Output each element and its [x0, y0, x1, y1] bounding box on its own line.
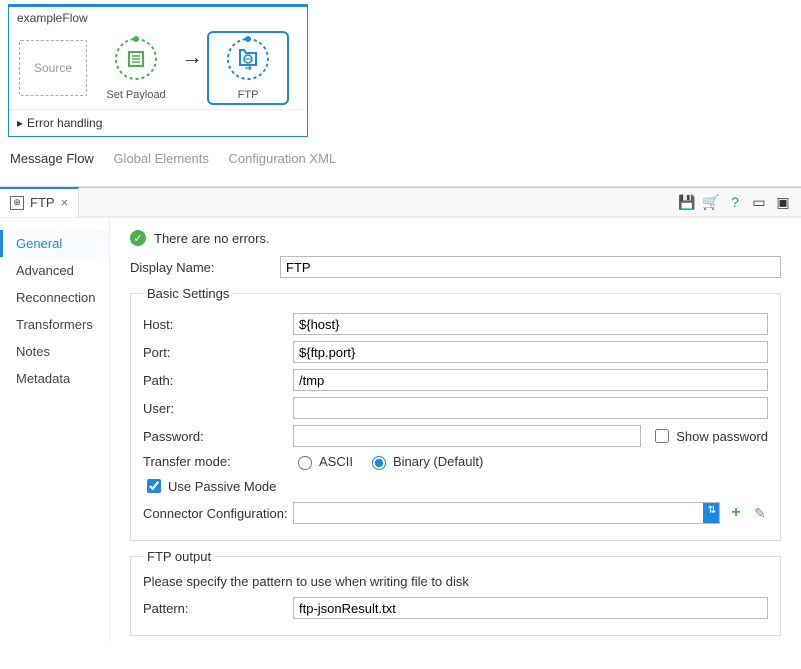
transfer-mode-label: Transfer mode:	[143, 454, 293, 469]
pattern-input[interactable]	[293, 597, 768, 619]
properties-side-nav: General Advanced Reconnection Transforme…	[0, 218, 110, 642]
sidenav-general[interactable]: General	[0, 230, 109, 257]
properties-view-header: ⊕ FTP × 💾 🛒 ? ▭ ▣	[0, 187, 801, 217]
help-icon[interactable]: ?	[727, 194, 743, 210]
transfer-ascii-label: ASCII	[319, 454, 353, 469]
tab-message-flow[interactable]: Message Flow	[10, 151, 94, 166]
properties-tab-label: FTP	[30, 195, 55, 210]
transfer-ascii-radio[interactable]	[298, 456, 312, 470]
host-label: Host:	[143, 317, 293, 332]
passive-mode-label: Use Passive Mode	[168, 479, 276, 494]
node-set-payload[interactable]: Set Payload	[97, 35, 175, 101]
arrow-icon: →	[181, 44, 203, 70]
minimize-icon[interactable]: ▭	[751, 194, 767, 210]
tab-global-elements[interactable]: Global Elements	[113, 151, 208, 166]
chevron-right-icon: ▸	[17, 116, 23, 130]
passive-mode-checkbox[interactable]	[147, 479, 161, 493]
set-payload-icon	[112, 35, 160, 83]
check-icon: ✓	[130, 230, 146, 246]
canvas-subtabs: Message Flow Global Elements Configurati…	[0, 141, 801, 174]
sidenav-reconnection[interactable]: Reconnection	[0, 284, 109, 311]
cart-icon[interactable]: 🛒	[703, 194, 719, 210]
save-icon[interactable]: 💾	[679, 194, 695, 210]
pattern-label: Pattern:	[143, 601, 293, 616]
display-name-label: Display Name:	[130, 260, 280, 275]
port-label: Port:	[143, 345, 293, 360]
user-input[interactable]	[293, 397, 768, 419]
sidenav-transformers[interactable]: Transformers	[0, 311, 109, 338]
node-ftp[interactable]: FTP	[209, 33, 287, 103]
basic-settings-legend: Basic Settings	[143, 286, 233, 301]
password-label: Password:	[143, 429, 293, 444]
port-input[interactable]	[293, 341, 768, 363]
transfer-binary-label: Binary (Default)	[393, 454, 483, 469]
close-icon[interactable]: ×	[61, 195, 69, 210]
ftp-node-icon	[224, 35, 272, 83]
flow-title: exampleFlow	[9, 7, 307, 29]
edit-connector-button[interactable]: ✎	[752, 505, 768, 521]
source-placeholder[interactable]: Source	[19, 40, 87, 96]
host-input[interactable]	[293, 313, 768, 335]
add-connector-button[interactable]: +	[728, 505, 744, 521]
ftp-output-legend: FTP output	[143, 549, 215, 564]
node-ftp-label: FTP	[238, 89, 259, 101]
sidenav-metadata[interactable]: Metadata	[0, 365, 109, 392]
ftp-output-group: FTP output Please specify the pattern to…	[130, 549, 781, 636]
basic-settings-group: Basic Settings Host: Port: Path: User: P…	[130, 286, 781, 541]
show-password-checkbox[interactable]	[655, 429, 669, 443]
properties-tab-ftp[interactable]: ⊕ FTP ×	[0, 187, 79, 217]
ftp-output-hint: Please specify the pattern to use when w…	[143, 570, 768, 591]
password-input[interactable]	[293, 425, 641, 447]
status-text: There are no errors.	[154, 231, 270, 246]
flow-canvas: exampleFlow Source Set Payload →	[0, 4, 801, 187]
tab-configuration-xml[interactable]: Configuration XML	[228, 151, 336, 166]
sidenav-notes[interactable]: Notes	[0, 338, 109, 365]
connector-config-label: Connector Configuration:	[143, 506, 293, 521]
flow-container[interactable]: exampleFlow Source Set Payload →	[8, 4, 308, 137]
error-handling-label: Error handling	[27, 116, 102, 130]
restore-icon[interactable]: ▣	[775, 194, 791, 210]
display-name-input[interactable]	[280, 256, 781, 278]
show-password-label: Show password	[676, 429, 768, 444]
properties-content: ✓ There are no errors. Display Name: Bas…	[110, 218, 801, 642]
connector-config-select[interactable]	[293, 502, 720, 524]
path-label: Path:	[143, 373, 293, 388]
transfer-binary-radio[interactable]	[372, 456, 386, 470]
sidenav-advanced[interactable]: Advanced	[0, 257, 109, 284]
path-input[interactable]	[293, 369, 768, 391]
error-handling-section[interactable]: ▸ Error handling	[9, 109, 307, 136]
user-label: User:	[143, 401, 293, 416]
globe-icon: ⊕	[10, 196, 24, 210]
node-set-payload-label: Set Payload	[106, 89, 165, 101]
